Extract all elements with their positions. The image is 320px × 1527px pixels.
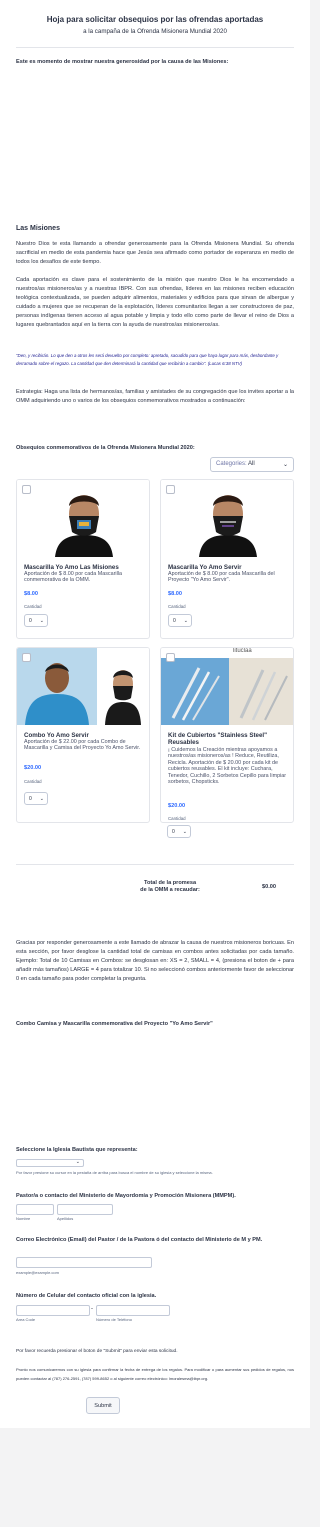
product-card-mask-misiones[interactable]: Mascarilla Yo Amo Las Misiones Aportació…: [16, 479, 150, 639]
quantity-select[interactable]: 0 ⌄: [168, 614, 192, 627]
first-name-hint: Nombre: [16, 1216, 31, 1221]
form-title: Hoja para solicitar obsequios por las of…: [46, 15, 264, 24]
pastor-last-name-input[interactable]: [57, 1204, 113, 1215]
phone-dash: -: [91, 1306, 93, 1312]
intro-heading: Este es momento de mostrar nuestra gener…: [16, 59, 229, 65]
missions-paragraph-2: Cada aportación es clave para el sosteni…: [16, 277, 294, 328]
chevron-down-icon: ⌄: [39, 796, 44, 802]
product-name: Mascarilla Yo Amo Servir: [168, 564, 242, 571]
quantity-value: 0: [173, 618, 176, 624]
area-code-hint: Area Code: [16, 1317, 36, 1322]
product-name: Mascarilla Yo Amo Las Misiones: [24, 564, 119, 571]
quantity-select[interactable]: 0 ⌄: [24, 792, 48, 805]
product-image-caption: lituclaa: [233, 648, 252, 654]
product-image: [161, 480, 293, 557]
chevron-down-icon: ⌄: [75, 1159, 80, 1165]
submit-reminder: Por favor recuerda presionar el boton de…: [16, 1349, 178, 1354]
page: Hoja para solicitar obsequios por las of…: [0, 0, 310, 1527]
product-image: [17, 480, 149, 557]
bible-quote: "Den, y recibirán. Lo que den a otros le…: [16, 353, 279, 366]
contact-notice: Pronto nos comunicaremos con su iglesia …: [16, 1367, 294, 1381]
product-price: $20.00: [24, 765, 42, 771]
category-filter-value: All: [248, 461, 255, 467]
form-card: Hoja para solicitar obsequios por las of…: [0, 0, 310, 1428]
strategy-paragraph: Estrategia: Haga una lista de hermanos/a…: [16, 389, 294, 404]
chevron-down-icon: ⌄: [282, 462, 288, 468]
product-checkbox[interactable]: [166, 653, 175, 662]
product-checkbox[interactable]: [22, 653, 31, 662]
product-description: Aportación de $ 22.00 por cada Combo de …: [24, 739, 141, 752]
product-price: $8.00: [24, 591, 38, 597]
product-price: $20.00: [168, 803, 186, 809]
church-select[interactable]: ⌄: [16, 1159, 84, 1167]
product-name: Kit de Cubiertos "Stainless Steel" Reusa…: [168, 732, 268, 746]
church-hint: Por favor presione su cursor en la pesta…: [16, 1170, 213, 1175]
quantity-value: 0: [172, 829, 175, 835]
product-price: $8.00: [168, 591, 182, 597]
category-filter[interactable]: Categories: All ⌄: [210, 457, 294, 472]
quantity-label: Cantidad: [24, 604, 42, 609]
combo-heading: Combo Camisa y Mascarilla conmemorativa …: [16, 1021, 213, 1027]
email-label: Correo Electrónico (Email) del Pastor / …: [16, 1237, 263, 1243]
email-input[interactable]: [16, 1257, 152, 1268]
total-label-line-2: de la OMM a recaudar:: [140, 887, 200, 893]
submit-button[interactable]: Submit: [86, 1397, 120, 1414]
quantity-value: 0: [29, 796, 32, 802]
church-label: Seleccione la Iglesia Bautista que repre…: [16, 1147, 138, 1153]
product-name: Combo Yo Amo Servir: [24, 732, 89, 739]
product-card-cutlery-kit[interactable]: lituclaa Kit de Cubiertos "Stainless Ste…: [160, 647, 294, 823]
missions-title: Las Misiones: [16, 225, 60, 232]
divider: [16, 864, 294, 865]
product-card-combo-servir[interactable]: Combo Yo Amo Servir Aportación de $ 22.0…: [16, 647, 150, 823]
product-image: lituclaa: [161, 648, 293, 725]
pastor-first-name-input[interactable]: [16, 1204, 54, 1215]
pastor-label: Pastor/a o contacto del Ministerio de Ma…: [16, 1193, 236, 1199]
total-label-line-1: Total de la promesa: [143, 880, 197, 886]
quantity-label: Cantidad: [168, 604, 186, 609]
phone-number-hint: Número de Teléfono: [96, 1317, 132, 1322]
product-image: [17, 648, 149, 725]
sizes-paragraph: Gracias por responder generosamente a es…: [16, 940, 294, 982]
divider: [16, 47, 294, 48]
product-description: Aportación de $ 8.00 por cada Mascarilla…: [168, 571, 275, 584]
area-code-input[interactable]: [16, 1305, 90, 1316]
phone-label: Número de Celular del contacto oficial c…: [16, 1293, 157, 1299]
chevron-down-icon: ⌄: [182, 829, 187, 835]
product-checkbox[interactable]: [22, 485, 31, 494]
chevron-down-icon: ⌄: [183, 618, 188, 624]
category-filter-label: Categories:: [216, 461, 247, 467]
last-name-hint: Apellidos: [57, 1216, 74, 1221]
quantity-select[interactable]: 0 ⌄: [24, 614, 48, 627]
product-checkbox[interactable]: [166, 485, 175, 494]
quantity-label: Cantidad: [168, 816, 186, 821]
missions-paragraph-1: Nuestro Dios te esta llamando a ofrendar…: [16, 241, 294, 265]
product-description: Aportación de $ 8.00 por cada Mascarilla…: [24, 571, 122, 584]
quantity-label: Cantidad: [24, 779, 42, 784]
quantity-value: 0: [29, 618, 32, 624]
quantity-select[interactable]: 0 ⌄: [167, 825, 191, 838]
total-label: Total de la promesa de la OMM a recaudar…: [130, 880, 210, 894]
chevron-down-icon: ⌄: [39, 618, 44, 624]
phone-number-input[interactable]: [96, 1305, 170, 1316]
product-card-mask-servir[interactable]: Mascarilla Yo Amo Servir Aportación de $…: [160, 479, 294, 639]
products-heading: Obsequios conmemorativos de la Ofrenda M…: [16, 445, 195, 451]
product-description: ¡ Cuidemos la Creación mientras apoyamos…: [168, 747, 287, 786]
total-value: $0.00: [262, 884, 276, 890]
form-subtitle: a la campaña de la Ofrenda Misionera Mun…: [83, 28, 227, 35]
email-hint: example@example.com: [16, 1270, 59, 1275]
